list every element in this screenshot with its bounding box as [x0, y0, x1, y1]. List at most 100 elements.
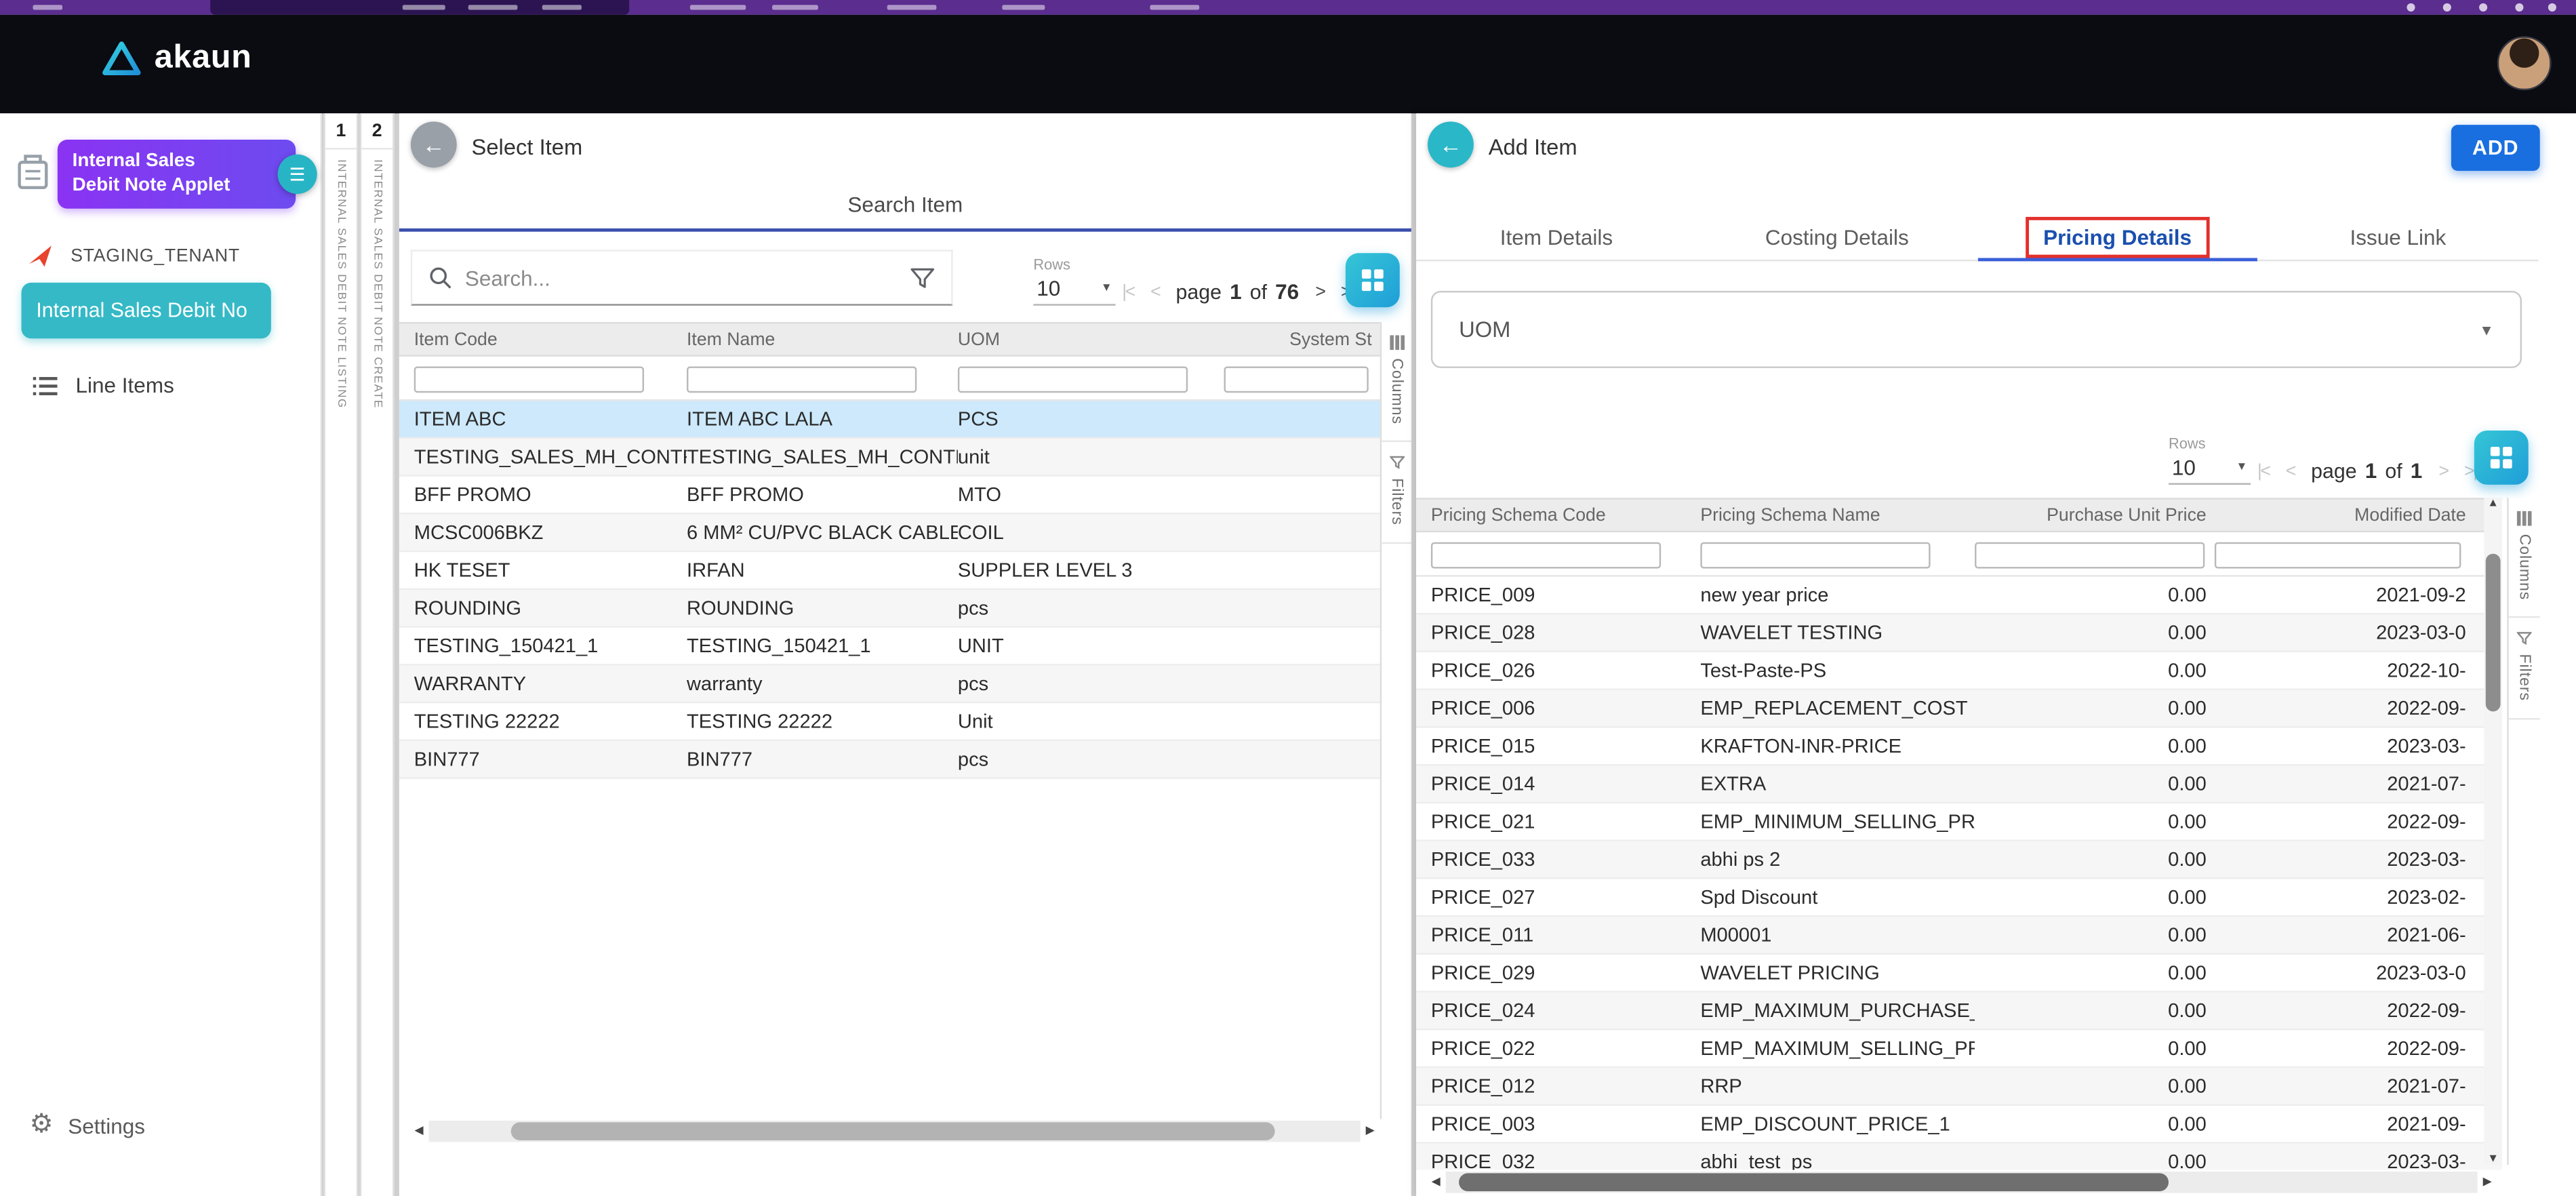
table-row[interactable]: TESTING_SALES_MH_CONTRACT TESTING_SALES_… [399, 439, 1380, 477]
next-page-button[interactable]: > [2439, 461, 2448, 481]
filter-input-uom[interactable] [958, 366, 1188, 393]
grid-view-button[interactable] [2474, 431, 2529, 485]
filters-toggle[interactable]: Filters [2509, 618, 2540, 719]
scrollbar-track[interactable] [429, 1120, 1361, 1142]
column-header-pricing-schema-name[interactable]: Pricing Schema Name [1700, 505, 1975, 525]
scroll-right-arrow[interactable]: ▶ [1361, 1124, 1380, 1137]
table-row[interactable]: ROUNDING ROUNDING pcs [399, 590, 1380, 628]
step-strip-create[interactable]: 2 INTERNAL SALES DEBIT NOTE CREATE [360, 113, 395, 1196]
table-row[interactable]: PRICE_024 EMP_MAXIMUM_PURCHASE_P... 0.00… [1416, 993, 2502, 1031]
back-button[interactable]: ← [1428, 121, 1474, 167]
table-row[interactable]: PRICE_027 Spd Discount 0.00 2023-02- [1416, 879, 2502, 917]
table-row[interactable]: PRICE_011 M00001 0.00 2021-06- [1416, 917, 2502, 955]
table-row[interactable]: PRICE_029 WAVELET PRICING 0.00 2023-03-0 [1416, 955, 2502, 993]
filter-input-item-name[interactable] [687, 366, 917, 393]
table-row[interactable]: PRICE_022 EMP_MAXIMUM_SELLING_PRICE 0.00… [1416, 1031, 2502, 1069]
table-row[interactable]: TESTING_150421_1 TESTING_150421_1 UNIT [399, 628, 1380, 666]
rows-per-page-select[interactable]: 10 ▼ [1033, 273, 1115, 305]
tenant-name: STAGING_TENANT [71, 245, 240, 265]
table-row[interactable]: PRICE_012 RRP 0.00 2021-07- [1416, 1068, 2502, 1106]
table-row[interactable]: ITEM ABC ITEM ABC LALA PCS [399, 401, 1380, 439]
table-row[interactable]: WARRANTY warranty pcs [399, 666, 1380, 704]
table-row[interactable]: PRICE_014 EXTRA 0.00 2021-07- [1416, 765, 2502, 803]
columns-toggle[interactable]: Columns [2509, 498, 2540, 618]
tab-issue-link[interactable]: Issue Link [2257, 214, 2538, 260]
column-header-item-name[interactable]: Item Name [687, 330, 958, 349]
columns-toggle[interactable]: Columns [1382, 322, 1411, 443]
step-strip-listing[interactable]: 1 INTERNAL SALES DEBIT NOTE LISTING [323, 113, 358, 1196]
scroll-left-arrow[interactable]: ◀ [409, 1124, 428, 1137]
scrollbar-track[interactable] [1446, 1171, 2478, 1193]
rows-per-page-select[interactable]: 10 ▼ [2169, 452, 2251, 484]
cell-schema-code: PRICE_029 [1431, 961, 1700, 984]
uom-select[interactable]: UOM ▼ [1431, 291, 2522, 368]
cell-schema-name: EMP_MAXIMUM_PURCHASE_P... [1700, 999, 1975, 1022]
column-header-uom[interactable]: UOM [958, 330, 1224, 349]
table-row[interactable]: PRICE_021 EMP_MINIMUM_SELLING_PRICE 0.00… [1416, 803, 2502, 841]
table-row[interactable]: PRICE_003 EMP_DISCOUNT_PRICE_1 0.00 2021… [1416, 1106, 2502, 1144]
sidebar-item-settings[interactable]: ⚙ Settings [30, 1113, 145, 1139]
prev-page-button[interactable]: < [1150, 282, 1159, 302]
cell-unit-price: 0.00 [1975, 1150, 2215, 1170]
filter-input-modified-date[interactable] [2215, 542, 2461, 569]
table-row[interactable]: PRICE_009 new year price 0.00 2021-09-2 [1416, 577, 2502, 615]
scroll-left-arrow[interactable]: ◀ [1426, 1175, 1446, 1188]
table-row[interactable]: BIN777 BIN777 pcs [399, 741, 1380, 779]
table-row[interactable]: HK TESET IRFAN SUPPLER LEVEL 3 [399, 552, 1380, 590]
scroll-right-arrow[interactable]: ▶ [2478, 1175, 2497, 1188]
scrollbar-thumb[interactable] [1459, 1172, 2169, 1191]
filter-input-schema-code[interactable] [1431, 542, 1661, 569]
next-page-button[interactable]: > [1315, 282, 1324, 302]
filter-icon[interactable] [910, 267, 935, 289]
search-box [411, 250, 953, 305]
tab-pricing-details[interactable]: Pricing Details [1977, 214, 2258, 260]
sidebar-item-label: Line Items [75, 373, 174, 397]
first-page-button[interactable]: |< [1122, 282, 1134, 302]
applet-title-button[interactable]: Internal Sales Debit Note Applet [58, 140, 296, 208]
back-button[interactable]: ← [411, 121, 457, 167]
table-row[interactable]: PRICE_015 KRAFTON-INR-PRICE 0.00 2023-03… [1416, 728, 2502, 766]
column-header-modified-date[interactable]: Modified Date [2215, 505, 2474, 525]
sidebar-collapse-button[interactable]: ☰ [278, 155, 317, 194]
table-row[interactable]: PRICE_026 Test-Paste-PS 0.00 2022-10- [1416, 652, 2502, 690]
table-row[interactable]: MCSC006BKZ 6 MM² CU/PVC BLACK CABLE 1...… [399, 515, 1380, 553]
scroll-up-arrow[interactable]: ▲ [2484, 498, 2502, 509]
column-header-item-code[interactable]: Item Code [414, 330, 687, 349]
prev-page-button[interactable]: < [2286, 461, 2295, 481]
cell-item-code: MCSC006BKZ [414, 521, 687, 544]
scrollbar-thumb[interactable] [511, 1121, 1275, 1140]
tenant-selector[interactable]: STAGING_TENANT [26, 241, 240, 269]
scrollbar-thumb[interactable] [2486, 554, 2501, 712]
cell-item-name: ROUNDING [687, 597, 958, 620]
cell-schema-name: Test-Paste-PS [1700, 659, 1975, 682]
filters-toggle[interactable]: Filters [1382, 443, 1411, 544]
table-row[interactable]: PRICE_032 abhi_test_ps 0.00 2023-03- [1416, 1144, 2502, 1170]
akaun-logo[interactable]: akaun [102, 39, 251, 77]
pagination: |< < page 1 of 76 > >| [1122, 279, 1352, 304]
filter-input-schema-name[interactable] [1700, 542, 1930, 569]
back-arrow-icon: ← [1439, 132, 1462, 158]
first-page-button[interactable]: |< [2257, 461, 2270, 481]
column-header-system-status[interactable]: System St [1224, 330, 1380, 349]
cell-modified-date: 2023-03-0 [2215, 961, 2474, 984]
column-header-pricing-schema-code[interactable]: Pricing Schema Code [1431, 505, 1700, 525]
table-row[interactable]: BFF PROMO BFF PROMO MTO [399, 477, 1380, 515]
scroll-down-arrow[interactable]: ▼ [2484, 1153, 2502, 1165]
sidebar-item-line-items[interactable]: Line Items [33, 373, 174, 397]
user-avatar[interactable] [2497, 36, 2552, 90]
table-row[interactable]: PRICE_006 EMP_REPLACEMENT_COST 0.00 2022… [1416, 690, 2502, 728]
filter-input-system-status[interactable] [1224, 366, 1369, 393]
table-row[interactable]: PRICE_033 abhi ps 2 0.00 2023-03- [1416, 841, 2502, 879]
search-input[interactable] [465, 265, 897, 290]
module-button-internal-sales-debit-note[interactable]: Internal Sales Debit No [22, 283, 271, 338]
table-row[interactable]: PRICE_028 WAVELET TESTING 0.00 2023-03-0 [1416, 614, 2502, 652]
tab-search-item[interactable]: Search Item [399, 193, 1411, 217]
grid-view-button[interactable] [1346, 253, 1400, 307]
tab-item-details[interactable]: Item Details [1416, 214, 1697, 260]
add-button[interactable]: ADD [2451, 125, 2540, 171]
filter-input-unit-price[interactable] [1975, 542, 2205, 569]
column-header-purchase-unit-price[interactable]: Purchase Unit Price [1975, 505, 2215, 525]
tab-costing-details[interactable]: Costing Details [1697, 214, 1977, 260]
table-row[interactable]: TESTING 22222 TESTING 22222 Unit [399, 703, 1380, 741]
filter-input-item-code[interactable] [414, 366, 644, 393]
